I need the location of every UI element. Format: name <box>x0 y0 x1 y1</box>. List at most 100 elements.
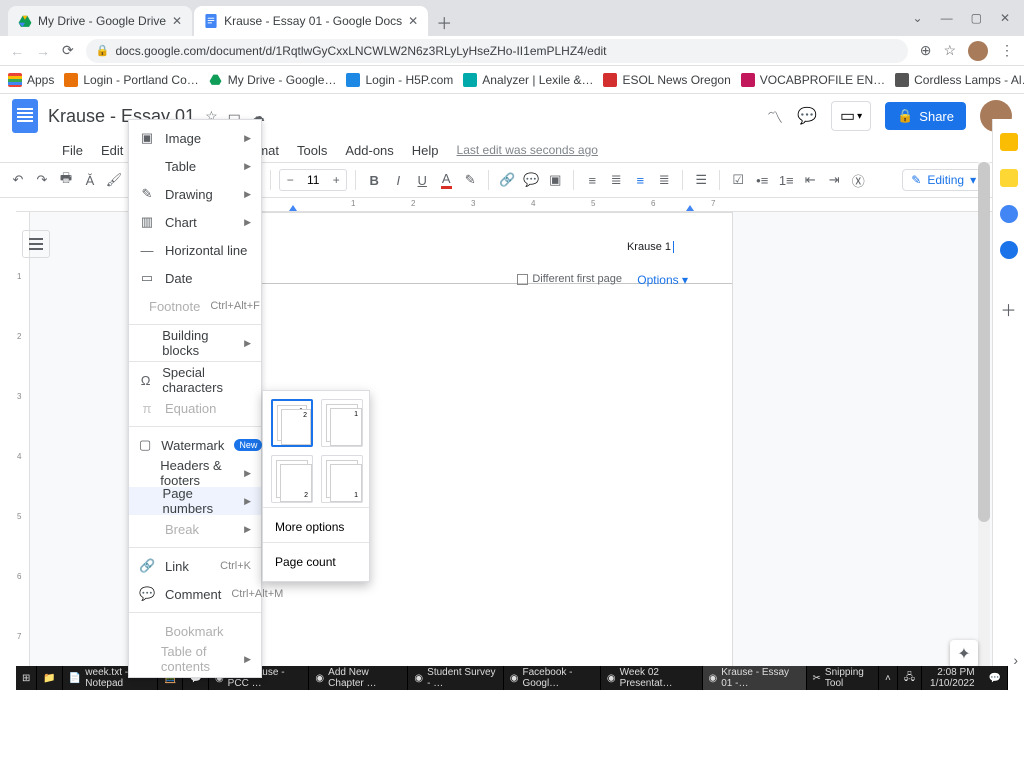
taskbar-snipping-tool[interactable]: ✂Snipping Tool <box>807 666 880 690</box>
increase-font-icon[interactable]: + <box>326 173 346 187</box>
profile-avatar[interactable] <box>968 41 988 61</box>
taskbar-chrome-5[interactable]: ◉Week 02 Presentat… <box>601 666 703 690</box>
close-icon[interactable]: ✕ <box>408 14 418 28</box>
taskbar-chrome-6[interactable]: ◉Krause - Essay 01 -… <box>703 666 807 690</box>
taskbar-chrome-2[interactable]: ◉Add New Chapter … <box>309 666 408 690</box>
header-options-dropdown[interactable]: Options ▾ <box>637 273 688 287</box>
tray-up-icon[interactable]: ˄ <box>879 666 898 690</box>
maximize-icon[interactable]: ▢ <box>971 11 982 25</box>
vertical-ruler[interactable]: 12345678 <box>16 212 30 678</box>
bookmark-item[interactable]: VOCABPROFILE EN… <box>741 73 885 87</box>
notifications-icon[interactable]: 💬 <box>983 666 1008 690</box>
calendar-icon[interactable] <box>1000 133 1018 151</box>
bookmark-item[interactable]: ESOL News Oregon <box>603 73 730 87</box>
kebab-icon[interactable]: ⋮ <box>1000 42 1014 59</box>
insert-date[interactable]: ▭Date <box>129 264 261 292</box>
last-edit-link[interactable]: Last edit was seconds ago <box>457 143 598 157</box>
menu-file[interactable]: File <box>54 141 91 160</box>
page-count-item[interactable]: Page count <box>271 547 361 573</box>
omnibox[interactable]: 🔒 docs.google.com/document/d/1RqtlwGyCxx… <box>86 39 908 63</box>
print-icon[interactable]: 🖶 <box>56 170 76 190</box>
star-icon[interactable]: ☆ <box>943 42 956 59</box>
show-outline-button[interactable] <box>22 230 50 258</box>
different-first-page-checkbox[interactable]: Different first page <box>517 273 622 285</box>
chevron-down-icon[interactable]: ⌄ <box>913 11 923 25</box>
decrease-indent-icon[interactable]: ⇤ <box>800 170 820 190</box>
apps-shortcut[interactable]: Apps <box>8 73 54 87</box>
reload-icon[interactable]: ⟳ <box>62 42 74 59</box>
contacts-icon[interactable] <box>1000 241 1018 259</box>
install-icon[interactable]: ⊕ <box>920 42 932 59</box>
insert-watermark[interactable]: ▢WatermarkNew <box>129 431 261 459</box>
bookmark-item[interactable]: Login - H5P.com <box>346 73 453 87</box>
mode-dropdown[interactable]: ✎ Editing ▾ <box>902 169 985 191</box>
docs-logo-icon[interactable] <box>12 99 38 133</box>
bookmark-item[interactable]: Analyzer | Lexile &… <box>463 73 593 87</box>
paint-format-icon[interactable]: 🖌 <box>104 170 124 190</box>
undo-icon[interactable]: ↶ <box>8 170 28 190</box>
taskbar-chrome-3[interactable]: ◉Student Survey - … <box>408 666 503 690</box>
tray-network-icon[interactable]: 🖧 <box>898 666 922 690</box>
header-content[interactable]: Krause 1 <box>627 241 674 253</box>
menu-edit[interactable]: Edit <box>93 141 131 160</box>
insert-special-characters[interactable]: ΩSpecial characters <box>129 366 261 394</box>
italic-icon[interactable]: I <box>388 170 408 190</box>
insert-drawing[interactable]: ✎Drawing▶ <box>129 180 261 208</box>
insert-comment[interactable]: 💬CommentCtrl+Alt+M <box>129 580 261 608</box>
back-icon[interactable]: ← <box>10 43 24 59</box>
redo-icon[interactable]: ↷ <box>32 170 52 190</box>
present-button[interactable]: ▭▾ <box>831 101 871 131</box>
close-icon[interactable]: ✕ <box>1000 11 1010 25</box>
tasks-icon[interactable] <box>1000 205 1018 223</box>
taskbar-chrome-4[interactable]: ◉Facebook - Googl… <box>504 666 601 690</box>
page-number-option-top-right-skip-first[interactable]: 1 <box>321 399 363 447</box>
taskbar-clock[interactable]: 2:08 PM 1/10/2022 <box>922 667 983 689</box>
share-button[interactable]: 🔒Share <box>885 102 966 130</box>
insert-image-icon[interactable]: ▣ <box>545 170 565 190</box>
text-color-icon[interactable]: A <box>436 170 456 190</box>
browser-tab-docs[interactable]: Krause - Essay 01 - Google Docs ✕ <box>194 6 428 36</box>
insert-headers-footers[interactable]: Headers & footers▶ <box>129 459 261 487</box>
explore-button[interactable]: ✦ <box>950 640 978 668</box>
comments-icon[interactable]: 💬 <box>797 106 817 126</box>
bookmark-item[interactable]: My Drive - Google… <box>209 73 337 87</box>
insert-link-icon[interactable]: 🔗 <box>497 170 517 190</box>
spellcheck-icon[interactable]: Ǎ <box>80 170 100 190</box>
insert-comment-icon[interactable]: 💬 <box>521 170 541 190</box>
align-left-icon[interactable]: ≡ <box>582 170 602 190</box>
clear-formatting-icon[interactable]: Ⓧ <box>848 170 868 190</box>
line-spacing-icon[interactable]: ☰ <box>691 170 711 190</box>
menu-help[interactable]: Help <box>404 141 447 160</box>
align-center-icon[interactable]: ≣ <box>606 170 626 190</box>
start-button[interactable]: ⊞ <box>16 666 37 690</box>
bold-icon[interactable]: B <box>364 170 384 190</box>
expand-side-panel-icon[interactable]: › <box>1013 652 1018 668</box>
insert-building-blocks[interactable]: Building blocks▶ <box>129 329 261 357</box>
page-number-option-bottom-right-skip-first[interactable]: 1 <box>321 455 363 503</box>
bookmark-item[interactable]: Login - Portland Co… <box>64 73 198 87</box>
insert-table[interactable]: Table▶ <box>129 152 261 180</box>
underline-icon[interactable]: U <box>412 170 432 190</box>
taskbar-explorer[interactable]: 📁 <box>37 666 62 690</box>
menu-tools[interactable]: Tools <box>289 141 335 160</box>
font-size-input[interactable] <box>300 173 326 187</box>
checklist-icon[interactable]: ☑ <box>728 170 748 190</box>
indent-marker-icon[interactable] <box>289 205 297 211</box>
page-number-option-top-right-all[interactable]: 12 <box>271 399 313 447</box>
font-size-control[interactable]: − + <box>279 169 347 191</box>
minimize-icon[interactable]: ― <box>941 11 953 25</box>
scrollbar-thumb[interactable] <box>978 162 990 522</box>
forward-icon[interactable]: → <box>36 43 50 59</box>
indent-marker-icon[interactable] <box>686 205 694 211</box>
activity-icon[interactable]: 〽 <box>767 104 783 128</box>
browser-tab-drive[interactable]: My Drive - Google Drive ✕ <box>8 6 192 36</box>
insert-page-numbers[interactable]: Page numbers▶ <box>129 487 261 515</box>
add-addon-icon[interactable]: ＋ <box>1000 297 1016 321</box>
insert-horizontal-line[interactable]: —Horizontal line <box>129 236 261 264</box>
bulleted-list-icon[interactable]: •≡ <box>752 170 772 190</box>
bookmark-item[interactable]: Cordless Lamps - Al… <box>895 73 1024 87</box>
close-icon[interactable]: ✕ <box>172 14 182 28</box>
insert-link[interactable]: 🔗LinkCtrl+K <box>129 552 261 580</box>
numbered-list-icon[interactable]: 1≡ <box>776 170 796 190</box>
insert-image[interactable]: ▣Image▶ <box>129 124 261 152</box>
